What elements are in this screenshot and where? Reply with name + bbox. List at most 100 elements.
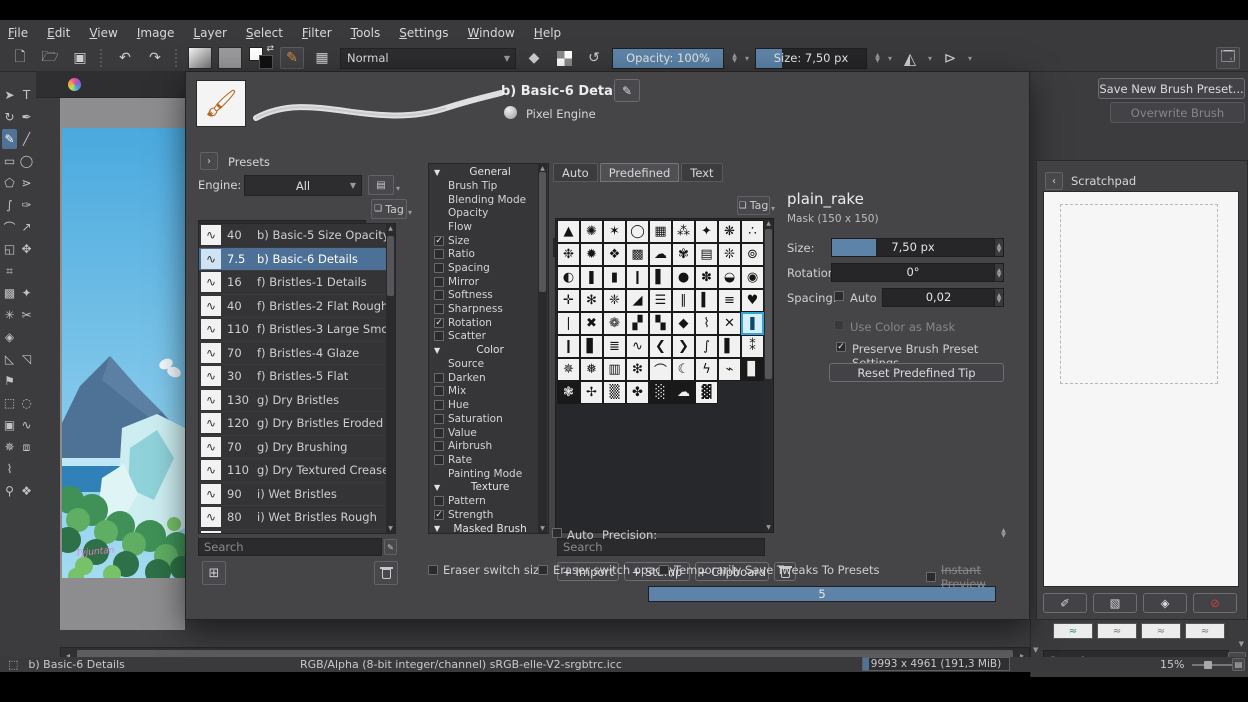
option-checkbox[interactable] [434,400,444,410]
tool-polygon[interactable]: ⬠ [2,173,17,193]
brush-tip-cell[interactable]: ░ [649,381,672,404]
brush-tip-cell[interactable]: ▌ [649,266,672,289]
preset-thumbnail[interactable]: ≈ [1185,623,1225,639]
tool-assistants[interactable]: ◹ [19,349,34,369]
tool-similar-select[interactable]: ⧈ [19,437,34,457]
horizontal-mirror-button[interactable]: ◭ [898,47,922,69]
tool-move[interactable]: ✥ [19,239,34,259]
preset-thumbnail[interactable]: ≈ [1141,623,1181,639]
brush-tip-cell[interactable]: ◒ [718,266,741,289]
brush-tip-cell[interactable]: ✺ [580,220,603,243]
option-row[interactable]: Rotation [429,316,548,330]
chevron-down-icon[interactable]: ▾ [745,54,749,63]
brush-tip-cell[interactable]: ❙ [557,335,580,358]
brush-tip-cell[interactable]: ▮ [603,266,626,289]
option-checkbox[interactable] [434,414,444,424]
tool-multibrush[interactable]: ↗ [19,217,34,237]
option-checkbox[interactable] [434,290,444,300]
tool-transform[interactable]: ◱ [2,239,17,259]
footer-check[interactable]: Instant Preview [926,563,1018,591]
brush-tip-cell[interactable]: ▩ [626,243,649,266]
chevron-down-icon[interactable]: ▾ [408,208,412,217]
option-checkbox[interactable] [434,318,444,328]
scroll-up-icon[interactable]: ▲ [386,225,395,232]
reset-scratchpad-button[interactable]: ⊘ [1193,593,1237,613]
reset-predefined-tip-button[interactable]: Reset Predefined Tip [829,363,1004,382]
option-checkbox[interactable] [434,277,444,287]
brush-tip-cell[interactable]: ❖ [603,243,626,266]
preset-row[interactable]: ∿70f) Bristles-4 Glaze [199,342,395,366]
option-checkbox[interactable] [434,386,444,396]
brush-tip-cell[interactable]: ≡ [718,289,741,312]
option-row[interactable]: Scatter [429,330,548,344]
chevron-down-icon[interactable]: ▾ [928,54,932,63]
rename-preset-button[interactable]: ✎ [614,79,640,102]
chevron-down-icon[interactable]: ▼ [1033,646,1038,654]
menu-filter[interactable]: Filter [302,26,332,40]
brush-tip-cell[interactable]: ❅ [580,358,603,381]
brush-tip-cell[interactable]: ▤ [695,243,718,266]
brush-tip-cell[interactable]: ❮ [649,335,672,358]
precision-spinner[interactable]: ▲▼ [999,525,1008,541]
overview-map-icon[interactable]: ▤ [1232,658,1245,671]
scroll-thumb[interactable] [539,172,546,292]
brush-tip-cell[interactable]: ✖ [580,312,603,335]
chevron-down-icon[interactable]: ▾ [396,184,400,193]
brush-tip-cell[interactable]: ❁ [603,312,626,335]
option-row[interactable]: Rate [429,453,548,467]
brush-tip-cell[interactable]: ✕ [718,312,741,335]
preset-thumbnail[interactable]: ≈ [1097,623,1137,639]
tip-tag-button[interactable]: ❏ Tag [737,196,770,215]
chevron-down-icon[interactable]: ▼ [1239,640,1244,648]
brush-tip-cell[interactable]: ∥ [672,289,695,312]
open-document-icon[interactable]: 🗁 [38,47,62,69]
footer-check[interactable]: Eraser switch size [428,563,546,577]
menu-help[interactable]: Help [534,26,561,40]
brush-tip-cell[interactable]: ● [672,266,695,289]
brush-tip-cell[interactable]: ❊ [718,243,741,266]
brush-tip-cell[interactable]: ▲ [557,220,580,243]
size-slider[interactable]: Size: 7,50 px [755,48,867,69]
preserve-settings-checkbox[interactable] [836,342,846,352]
scratchpad-collapse-button[interactable]: ‹ [1045,172,1063,190]
option-checkbox[interactable] [434,236,444,246]
use-color-as-mask-checkbox[interactable] [834,320,844,330]
preset-list-scrollbar[interactable]: ▲ ▼ [386,224,395,533]
preset-search-input[interactable] [198,538,382,556]
option-row[interactable]: Ratio [429,247,548,261]
chevron-down-icon[interactable]: ▾ [968,54,972,63]
menu-image[interactable]: Image [137,26,175,40]
brush-tip-cell[interactable]: ✢ [580,381,603,404]
brush-tip-cell[interactable]: ❚ [741,312,764,335]
brush-tip-cell[interactable]: ♥ [741,289,764,312]
brush-tip-cell[interactable]: ▒ [603,381,626,404]
brush-tip-cell[interactable]: ⌒ [649,358,672,381]
menu-view[interactable]: View [89,26,117,40]
presets-collapse-button[interactable]: › [200,152,218,170]
tab-auto[interactable]: Auto [553,163,598,182]
redo-icon[interactable]: ↷ [143,47,167,69]
option-row[interactable]: Spacing [429,261,548,275]
option-row[interactable]: Value [429,426,548,440]
brush-tip-cell[interactable]: ☰ [649,289,672,312]
brush-tip-cell[interactable]: ❚ [580,266,603,289]
menu-window[interactable]: Window [467,26,514,40]
brush-tip-cell[interactable]: ▌ [718,335,741,358]
save-icon[interactable]: ▣ [68,47,92,69]
brush-tip-cell[interactable]: ▋ [580,335,603,358]
option-checkbox[interactable] [434,263,444,273]
option-checkbox[interactable] [434,428,444,438]
menu-tools[interactable]: Tools [351,26,381,40]
brush-tip-cell[interactable]: ✽ [695,266,718,289]
option-row[interactable]: Saturation [429,412,548,426]
scroll-down-icon[interactable]: ▼ [764,524,773,531]
scroll-down-icon[interactable]: ▼ [386,525,395,532]
option-row[interactable]: Sharpness [429,302,548,316]
brush-tip-cell[interactable]: ϟ [695,358,718,381]
opacity-spinner[interactable]: ▲▼ [730,53,739,63]
tool-contiguous-select[interactable]: ✵ [2,437,17,457]
brush-tip-cell[interactable]: ◆ [672,312,695,335]
tool-color-sampler[interactable]: ✦ [19,283,34,303]
vertical-mirror-button[interactable]: ⊳ [938,47,962,69]
option-row[interactable]: Blending Mode [429,193,548,207]
